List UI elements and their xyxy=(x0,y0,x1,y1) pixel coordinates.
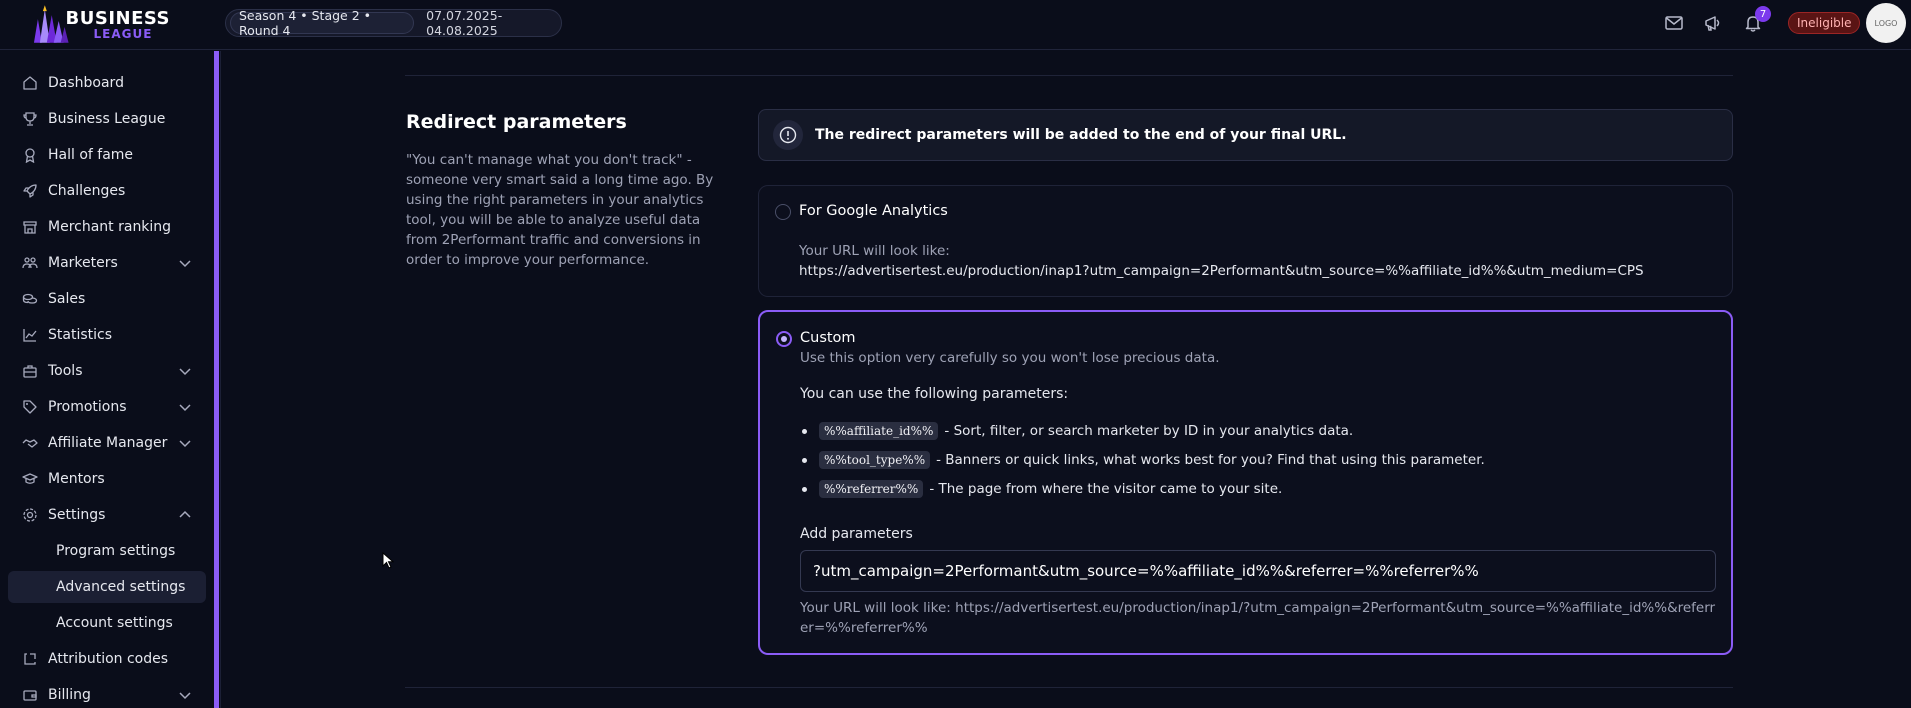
param-description: - The page from where the visitor came t… xyxy=(929,481,1283,497)
param-description: - Banners or quick links, what works bes… xyxy=(936,452,1485,468)
custom-url-preview: Your URL will look like: https://adverti… xyxy=(800,600,1716,636)
season-label: Season 4 • Stage 2 • Round 4 xyxy=(230,8,415,38)
param-list-item: %%tool_type%% - Banners or quick links, … xyxy=(800,451,1485,469)
sidebar-item-label: Dashboard xyxy=(48,75,124,91)
sidebar-item-marketers[interactable]: Marketers xyxy=(8,247,206,279)
section-divider xyxy=(405,75,1733,76)
chevron-down-icon[interactable] xyxy=(178,256,192,270)
chevron-up-icon[interactable] xyxy=(178,508,192,522)
google-analytics-option[interactable]: For Google Analytics Your URL will look … xyxy=(758,185,1733,297)
section-title: Redirect parameters xyxy=(406,111,627,133)
notification-count-badge: 7 xyxy=(1755,6,1771,22)
logo-title: BUSINESS xyxy=(65,8,170,29)
add-parameters-label: Add parameters xyxy=(800,526,913,542)
sidebar-item-label: Promotions xyxy=(48,399,127,415)
sidebar-item-label: Marketers xyxy=(48,255,118,271)
sidebar-item-label: Mentors xyxy=(48,471,105,487)
sidebar-item-promotions[interactable]: Promotions xyxy=(8,391,206,423)
mail-icon[interactable] xyxy=(1664,13,1684,33)
sidebar-item-label: Sales xyxy=(48,291,86,307)
param-list-item: %%affiliate_id%% - Sort, filter, or sear… xyxy=(800,422,1353,440)
season-dates: 07.07.2025-04.08.2025 xyxy=(426,8,503,38)
logo-subtitle: LEAGUE xyxy=(93,27,153,41)
sidebar-item-mentors[interactable]: Mentors xyxy=(8,463,206,495)
add-parameters-input[interactable] xyxy=(800,550,1716,592)
sidebar-item-label: Tools xyxy=(48,363,83,379)
avatar[interactable]: LOGO xyxy=(1866,3,1906,43)
season-selector[interactable]: Season 4 • Stage 2 • Round 4 07.07.2025-… xyxy=(225,8,562,38)
custom-subtitle: Use this option very carefully so you wo… xyxy=(800,350,1220,366)
sidebar-item-challenges[interactable]: Challenges xyxy=(8,175,206,207)
section-description: "You can't manage what you don't track" … xyxy=(406,152,714,268)
sidebar-item-label: Challenges xyxy=(48,183,126,199)
users-icon xyxy=(22,255,38,271)
param-code: %%referrer%% xyxy=(819,480,924,498)
sidebar-item-merchant-ranking[interactable]: Merchant ranking xyxy=(8,211,206,243)
sidebar-subitem-program-settings[interactable]: Program settings xyxy=(8,535,206,567)
sidebar-item-label: Affiliate Manager xyxy=(48,435,168,451)
custom-radio[interactable] xyxy=(776,331,792,347)
param-description: - Sort, filter, or search marketer by ID… xyxy=(944,423,1354,439)
sidebar-item-label: Billing xyxy=(48,687,91,703)
sidebar-item-attribution-codes[interactable]: Attribution codes xyxy=(8,643,206,675)
megaphone-icon[interactable] xyxy=(1703,13,1723,33)
chevron-down-icon[interactable] xyxy=(178,400,192,414)
google-analytics-radio[interactable] xyxy=(775,204,791,220)
business-league-logo[interactable]: BUSINESS LEAGUE xyxy=(30,4,170,46)
rocket-icon xyxy=(22,183,38,199)
param-code: %%tool_type%% xyxy=(819,451,931,469)
sidebar-subitem-advanced-settings[interactable]: Advanced settings xyxy=(8,571,206,603)
sidebar-item-sales[interactable]: Sales xyxy=(8,283,206,315)
code-icon xyxy=(22,651,38,667)
sidebar-item-statistics[interactable]: Statistics xyxy=(8,319,206,351)
params-heading: You can use the following parameters: xyxy=(800,386,1069,402)
custom-title: Custom xyxy=(800,330,856,346)
sidebar-item-label: Business League xyxy=(48,111,166,127)
sidebar-subitem-account-settings[interactable]: Account settings xyxy=(8,607,206,639)
param-code: %%affiliate_id%% xyxy=(819,422,939,440)
chevron-down-icon[interactable] xyxy=(178,364,192,378)
info-icon xyxy=(773,120,803,150)
chevron-down-icon[interactable] xyxy=(178,688,192,702)
sidebar-item-label: Hall of fame xyxy=(48,147,134,163)
graduation-icon xyxy=(22,471,38,487)
sidebar-item-affiliate-manager[interactable]: Affiliate Manager xyxy=(8,427,206,459)
mouse-cursor-icon xyxy=(382,552,394,569)
sidebar-item-billing[interactable]: Billing xyxy=(8,679,206,708)
sidebar-item-dashboard[interactable]: Dashboard xyxy=(8,67,206,99)
sidebar-item-settings[interactable]: Settings xyxy=(8,499,206,531)
sidebar-scrollbar[interactable] xyxy=(214,51,219,708)
gear-icon xyxy=(22,507,38,523)
google-url-label: Your URL will look like: xyxy=(799,243,950,259)
coins-icon xyxy=(22,291,38,307)
top-bar: BUSINESS LEAGUE Season 4 • Stage 2 • Rou… xyxy=(0,0,1911,50)
sidebar-item-label: Statistics xyxy=(48,327,112,343)
sidebar-divider xyxy=(220,51,221,708)
param-list-item: %%referrer%% - The page from where the v… xyxy=(800,480,1282,498)
section-divider xyxy=(405,687,1733,688)
info-text: The redirect parameters will be added to… xyxy=(815,127,1347,143)
custom-option[interactable]: Custom Use this option very carefully so… xyxy=(758,310,1733,655)
sidebar-item-label: Attribution codes xyxy=(48,651,169,667)
chevron-down-icon[interactable] xyxy=(178,436,192,450)
briefcase-icon xyxy=(22,363,38,379)
trophy-icon xyxy=(22,111,38,127)
tag-icon xyxy=(22,399,38,415)
sidebar-item-business-league[interactable]: Business League xyxy=(8,103,206,135)
sidebar-item-label: Settings xyxy=(48,507,106,523)
sidebar-item-label: Merchant ranking xyxy=(48,219,172,235)
info-alert: The redirect parameters will be added to… xyxy=(758,109,1733,161)
wallet-icon xyxy=(22,687,38,703)
status-badge[interactable]: Ineligible xyxy=(1788,12,1861,34)
home-icon xyxy=(22,75,38,91)
sidebar-item-tools[interactable]: Tools xyxy=(8,355,206,387)
handshake-icon xyxy=(22,435,38,451)
medal-icon xyxy=(22,147,38,163)
chart-icon xyxy=(22,327,38,343)
google-analytics-title: For Google Analytics xyxy=(799,203,948,219)
sidebar-item-hall-of-fame[interactable]: Hall of fame xyxy=(8,139,206,171)
store-icon xyxy=(22,219,38,235)
google-url-preview: https://advertisertest.eu/production/ina… xyxy=(799,263,1644,279)
